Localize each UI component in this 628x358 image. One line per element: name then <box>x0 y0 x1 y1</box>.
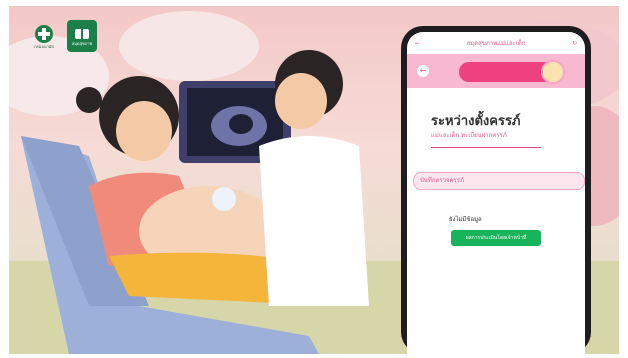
app-logo-label: สมุดสุขภาพ <box>71 40 93 46</box>
divider <box>431 147 541 148</box>
status-title: ระหว่างตั้งครรภ์ <box>431 114 521 129</box>
empty-state-text: ยังไม่มีข้อมูล <box>449 216 482 223</box>
section-header[interactable]: บันทึกตรวจครรภ์ <box>413 172 585 190</box>
back-arrow-icon[interactable]: ← <box>415 40 420 47</box>
moph-logo: กรมอนามัย <box>29 20 59 52</box>
profile-band: ← <box>407 54 585 88</box>
status-subtitle: แม่และเด็ก ทะเบียนฝากครรภ์ <box>431 132 507 139</box>
hero-illustration: กรมอนามัย สมุดสุขภาพ ← สมุดสุขภาพแม่และเ… <box>9 6 619 354</box>
phone-screen: ← สมุดสุขภาพแม่และเด็ก ↻ ← ระหว่างตั้งคร… <box>407 32 585 354</box>
moph-logo-label: กรมอนามัย <box>34 43 54 49</box>
assessment-button[interactable]: ผลการประเมินโดยเจ้าหน้าที่ <box>451 230 541 246</box>
phone-topbar: ← สมุดสุขภาพแม่และเด็ก ↻ <box>407 32 585 54</box>
band-back-icon[interactable]: ← <box>417 65 429 77</box>
refresh-icon[interactable]: ↻ <box>572 40 577 47</box>
frame: กรมอนามัย สมุดสุขภาพ ← สมุดสุขภาพแม่และเ… <box>0 0 628 358</box>
avatar[interactable] <box>541 60 565 84</box>
logo-group: กรมอนามัย สมุดสุขภาพ <box>29 20 97 52</box>
moph-emblem-icon <box>35 24 53 43</box>
app-book-icon <box>75 28 89 39</box>
phone-topbar-title: สมุดสุขภาพแม่และเด็ก <box>466 40 526 47</box>
phone-mockup: ← สมุดสุขภาพแม่และเด็ก ↻ ← ระหว่างตั้งคร… <box>401 26 591 354</box>
app-logo: สมุดสุขภาพ <box>67 20 97 52</box>
